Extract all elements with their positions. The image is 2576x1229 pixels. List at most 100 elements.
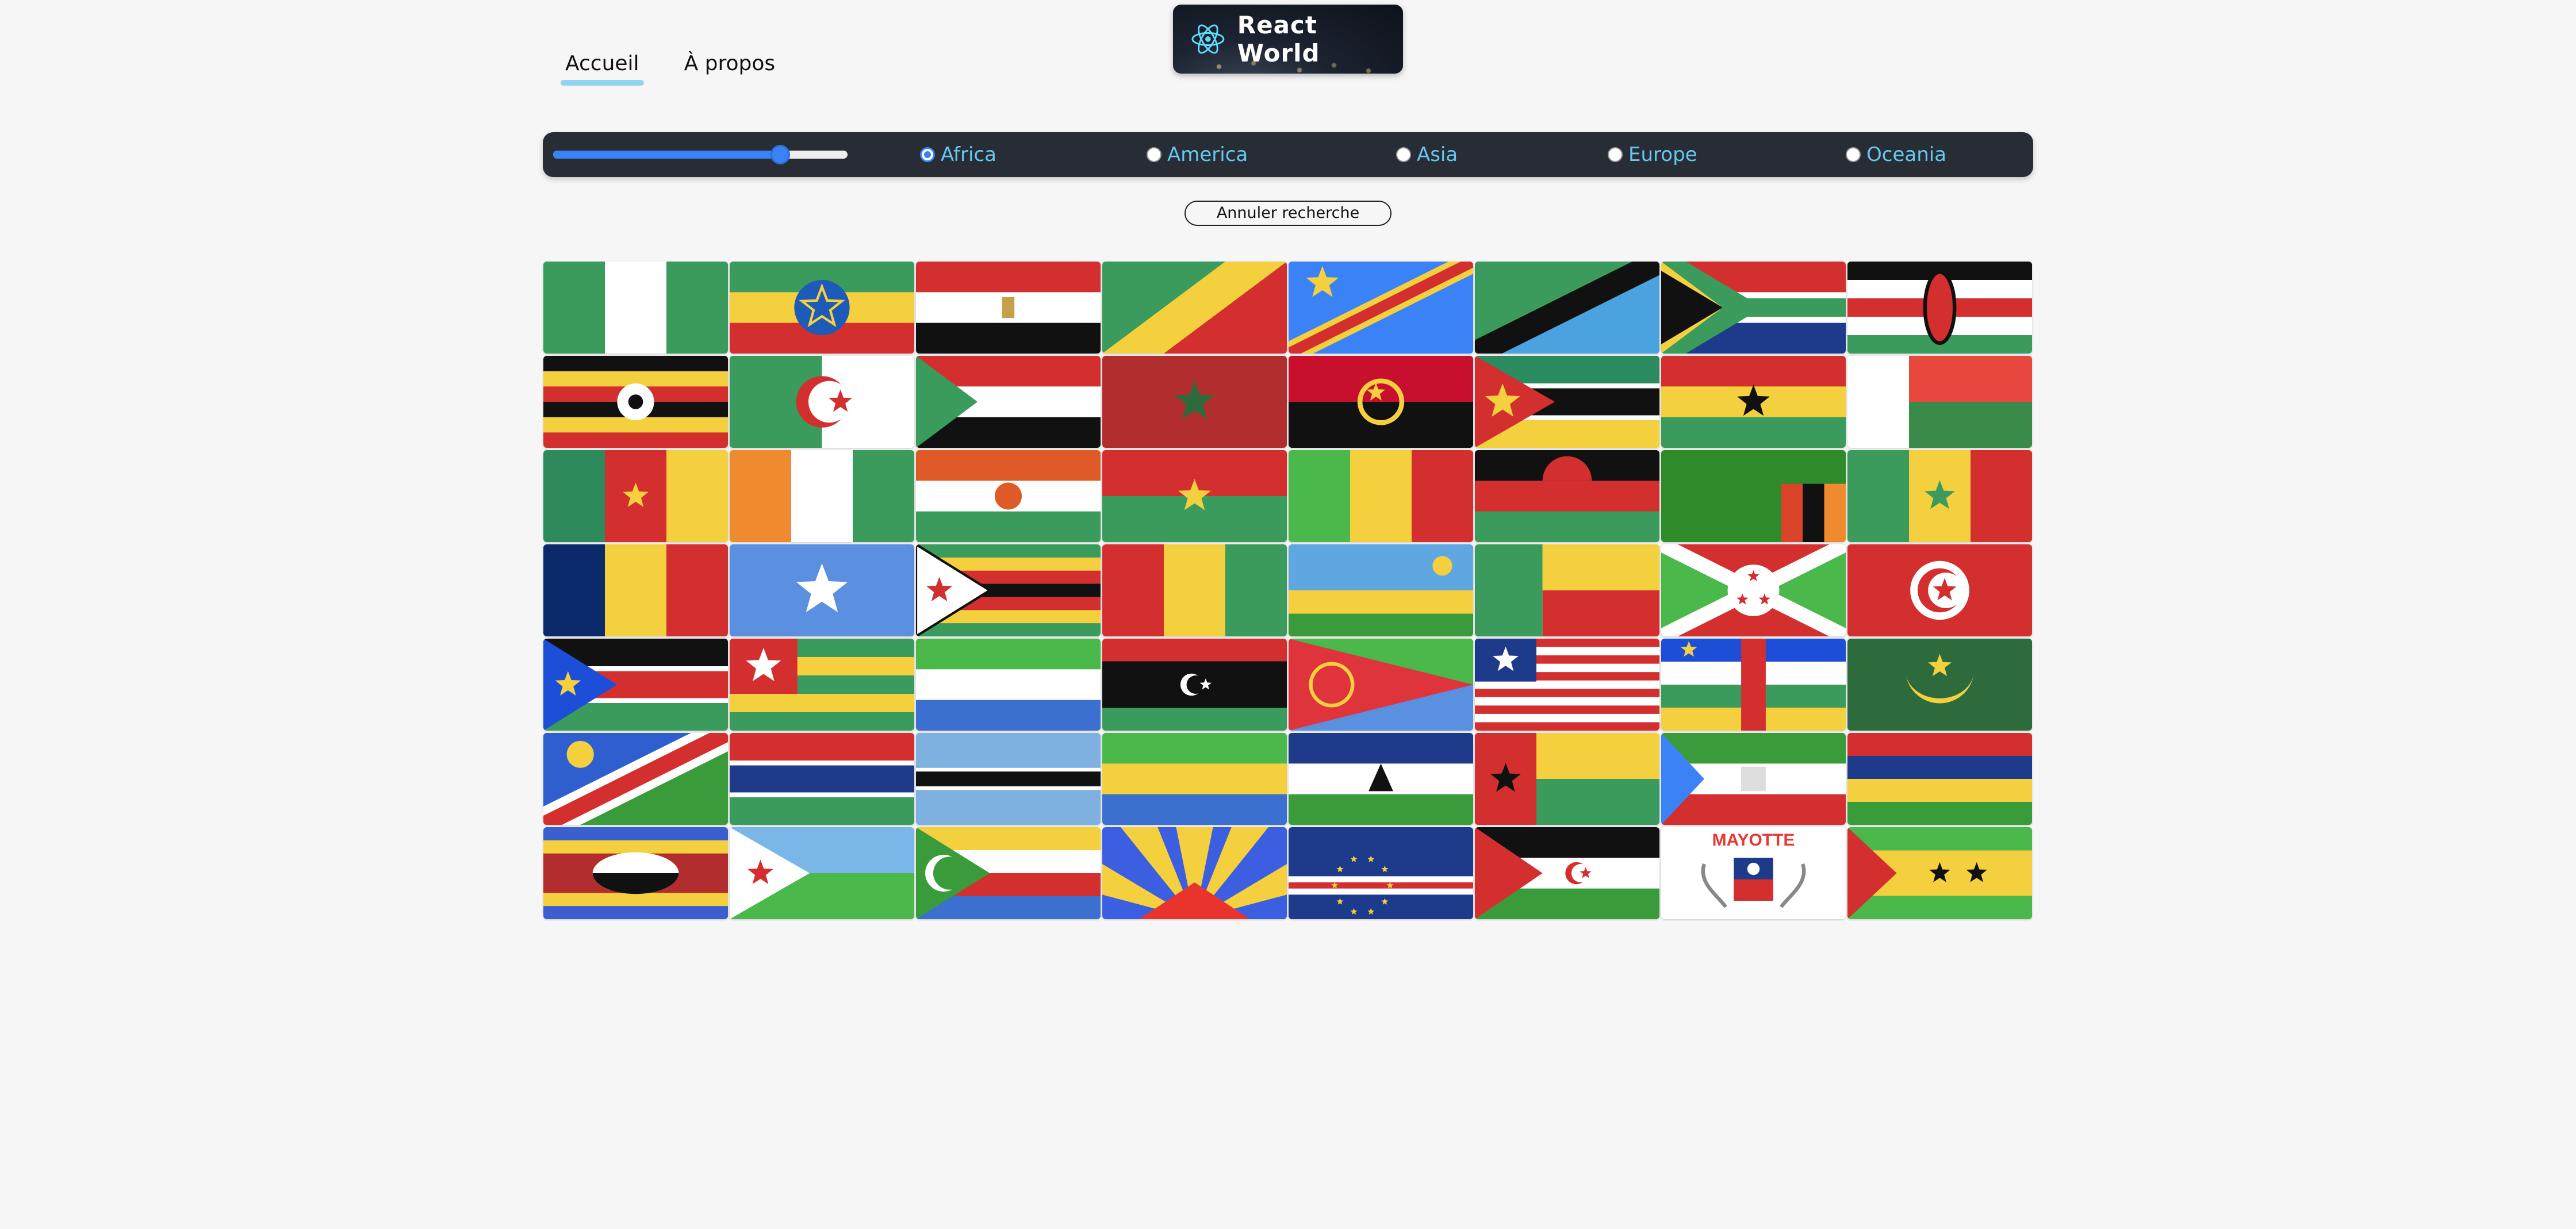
gabon-flag[interactable] xyxy=(1102,733,1287,825)
benin-flag[interactable] xyxy=(1475,544,1659,636)
radio-button[interactable] xyxy=(1608,147,1623,162)
sao-tome-and-principe-flag[interactable] xyxy=(1847,827,2032,919)
ethiopia-flag[interactable] xyxy=(730,262,914,354)
tunisia-flag[interactable] xyxy=(1847,544,2032,636)
cape-verde-flag[interactable] xyxy=(1289,827,1473,919)
burkina-faso-flag[interactable] xyxy=(1102,450,1287,542)
eswatini-flag[interactable] xyxy=(543,827,728,919)
south-africa-flag[interactable] xyxy=(1661,262,1846,354)
equatorial-guinea-flag-image xyxy=(1661,733,1846,825)
guinea-flag[interactable] xyxy=(1102,544,1287,636)
algeria-flag[interactable] xyxy=(730,356,914,448)
ghana-flag[interactable] xyxy=(1661,356,1846,448)
chad-flag-image xyxy=(543,544,728,636)
south-africa-flag-image xyxy=(1661,262,1846,354)
malawi-flag[interactable] xyxy=(1475,450,1659,542)
morocco-flag-image xyxy=(1102,356,1287,448)
ivory-coast-flag[interactable] xyxy=(730,450,914,542)
dr-congo-flag-image xyxy=(1289,262,1473,354)
niger-flag-image xyxy=(916,450,1101,542)
djibouti-flag[interactable] xyxy=(730,827,914,919)
mali-flag[interactable] xyxy=(1289,450,1473,542)
tanzania-flag[interactable] xyxy=(1475,262,1659,354)
kenya-flag-image xyxy=(1847,262,2032,354)
flags-grid: MAYOTTE xyxy=(543,262,2032,919)
libya-flag[interactable] xyxy=(1102,639,1287,731)
filter-bar: Africa America Asia Europe Oceania xyxy=(543,132,2033,177)
botswana-flag[interactable] xyxy=(916,733,1101,825)
comoros-flag[interactable] xyxy=(916,827,1101,919)
namibia-flag[interactable] xyxy=(543,733,728,825)
morocco-flag[interactable] xyxy=(1102,356,1287,448)
egypt-flag-image xyxy=(916,262,1101,354)
equatorial-guinea-flag[interactable] xyxy=(1661,733,1846,825)
nav-home-link[interactable]: Accueil xyxy=(561,52,644,86)
central-african-republic-flag[interactable] xyxy=(1661,639,1846,731)
somalia-flag[interactable] xyxy=(730,544,914,636)
radio-europe[interactable]: Europe xyxy=(1608,143,1697,167)
tunisia-flag-image xyxy=(1847,544,2032,636)
zimbabwe-flag[interactable] xyxy=(916,544,1101,636)
radio-button[interactable] xyxy=(1147,147,1162,162)
zambia-flag[interactable] xyxy=(1661,450,1846,542)
egypt-flag[interactable] xyxy=(916,262,1101,354)
south-sudan-flag[interactable] xyxy=(543,639,728,731)
country-count-slider[interactable] xyxy=(553,145,848,164)
mauritania-flag[interactable] xyxy=(1847,639,2032,731)
mauritius-flag[interactable] xyxy=(1847,733,2032,825)
mayotte-flag[interactable]: MAYOTTE xyxy=(1661,827,1846,919)
cameroon-flag[interactable] xyxy=(543,450,728,542)
radio-button[interactable] xyxy=(1396,147,1411,162)
radio-label-europe: Europe xyxy=(1628,143,1697,166)
lesotho-flag[interactable] xyxy=(1289,733,1473,825)
mozambique-flag[interactable] xyxy=(1475,356,1659,448)
nigeria-flag[interactable] xyxy=(543,262,728,354)
sierra-leone-flag[interactable] xyxy=(916,639,1101,731)
senegal-flag-image xyxy=(1847,450,2032,542)
radio-america[interactable]: America xyxy=(1147,143,1248,167)
benin-flag-image xyxy=(1475,544,1659,636)
react-world-logo[interactable]: React World xyxy=(1173,5,1403,74)
madagascar-flag[interactable] xyxy=(1847,356,2032,448)
slider-thumb[interactable] xyxy=(770,145,790,164)
western-sahara-flag[interactable] xyxy=(1475,827,1659,919)
guinea-bissau-flag[interactable] xyxy=(1475,733,1659,825)
congo-flag[interactable] xyxy=(1102,262,1287,354)
radio-label-asia: Asia xyxy=(1417,143,1458,166)
togo-flag[interactable] xyxy=(730,639,914,731)
liberia-flag[interactable] xyxy=(1475,639,1659,731)
eswatini-flag-image xyxy=(543,827,728,919)
radio-asia[interactable]: Asia xyxy=(1396,143,1458,167)
uganda-flag-image xyxy=(543,356,728,448)
eritrea-flag[interactable] xyxy=(1289,639,1473,731)
chad-flag[interactable] xyxy=(543,544,728,636)
burundi-flag[interactable] xyxy=(1661,544,1846,636)
radio-africa[interactable]: Africa xyxy=(920,143,996,167)
radio-button[interactable] xyxy=(1846,147,1861,162)
radio-button[interactable] xyxy=(920,147,935,162)
congo-flag-image xyxy=(1102,262,1287,354)
nigeria-flag-image xyxy=(543,262,728,354)
radio-oceania[interactable]: Oceania xyxy=(1846,143,1946,167)
ethiopia-flag-image xyxy=(730,262,914,354)
sudan-flag[interactable] xyxy=(916,356,1101,448)
radio-label-america: America xyxy=(1167,143,1248,166)
ghana-flag-image xyxy=(1661,356,1846,448)
zimbabwe-flag-image xyxy=(916,544,1101,636)
cancel-search-button[interactable]: Annuler recherche xyxy=(1184,201,1392,226)
reunion-flag[interactable] xyxy=(1102,827,1287,919)
nav-about-link[interactable]: À propos xyxy=(680,52,780,86)
comoros-flag-image xyxy=(916,827,1101,919)
burkina-faso-flag-image xyxy=(1102,450,1287,542)
western-sahara-flag-image xyxy=(1475,827,1659,919)
gambia-flag[interactable] xyxy=(730,733,914,825)
mauritius-flag-image xyxy=(1847,733,2032,825)
dr-congo-flag[interactable] xyxy=(1289,262,1473,354)
rwanda-flag[interactable] xyxy=(1289,544,1473,636)
kenya-flag[interactable] xyxy=(1847,262,2032,354)
togo-flag-image xyxy=(730,639,914,731)
niger-flag[interactable] xyxy=(916,450,1101,542)
angola-flag[interactable] xyxy=(1289,356,1473,448)
senegal-flag[interactable] xyxy=(1847,450,2032,542)
uganda-flag[interactable] xyxy=(543,356,728,448)
